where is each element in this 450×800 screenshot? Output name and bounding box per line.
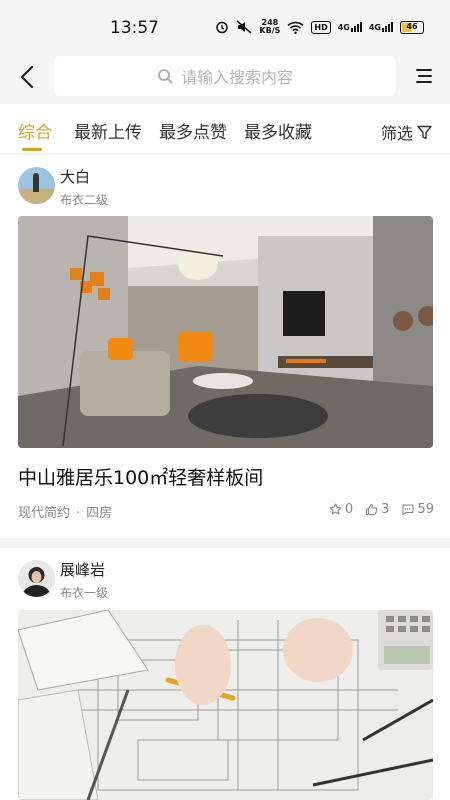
style-tag: 现代简约	[18, 506, 71, 521]
like-count: 3	[381, 502, 390, 517]
avatar[interactable]	[18, 560, 55, 597]
filter-label: 筛选	[380, 124, 413, 143]
status-icons: 248 KB/S HD 4G 4G 46	[215, 19, 424, 35]
header-bar: 请输入搜索内容	[0, 56, 450, 104]
hd-badge: HD	[311, 20, 331, 34]
author-level: 布衣二级	[60, 193, 109, 207]
menu-icon[interactable]	[416, 68, 432, 84]
back-arrow-icon[interactable]	[16, 64, 40, 90]
mute-icon	[236, 20, 252, 34]
author-level: 布衣一级	[60, 586, 109, 600]
signal-icon-2: 4G	[369, 22, 393, 32]
search-input[interactable]: 请输入搜索内容	[54, 56, 396, 96]
funnel-icon	[417, 125, 432, 139]
post-cover-image[interactable]	[18, 216, 433, 448]
post-cover-image[interactable]	[18, 610, 433, 800]
favorite-count: 0	[344, 502, 354, 517]
tab-most-favorited[interactable]: 最多收藏	[244, 118, 312, 143]
search-placeholder: 请输入搜索内容	[180, 68, 293, 87]
author-name[interactable]: 大白	[60, 166, 90, 187]
comment-count: 59	[417, 502, 434, 517]
star-icon	[329, 503, 342, 515]
author-name[interactable]: 展峰岩	[60, 559, 105, 580]
comment-stat[interactable]: 59	[401, 502, 434, 517]
post-card[interactable]: 大白 布衣二级 中山雅居乐100㎡轻奢样板间 现代简约 · 四房 0 3 59	[0, 155, 450, 538]
tab-comprehensive[interactable]: 综合	[18, 118, 52, 143]
battery-icon: 46	[400, 20, 424, 34]
favorite-stat[interactable]: 0	[329, 502, 353, 517]
thumb-up-icon	[366, 503, 378, 516]
alarm-icon	[216, 21, 229, 34]
filter-button[interactable]: 筛选	[381, 120, 432, 144]
avatar[interactable]	[18, 167, 55, 204]
separator-dot: ·	[76, 506, 81, 521]
status-time: 13:57	[110, 18, 159, 38]
tab-latest[interactable]: 最新上传	[74, 118, 142, 143]
active-tab-indicator	[22, 148, 42, 151]
status-bar: 13:57 248 KB/S HD 4G 4G 46	[0, 0, 450, 56]
post-stats: 0 3 59	[329, 502, 434, 517]
search-icon	[157, 69, 173, 84]
like-stat[interactable]: 3	[365, 502, 389, 517]
wifi-icon	[287, 21, 304, 34]
net-speed: 248 KB/S	[259, 18, 281, 35]
post-title[interactable]: 中山雅居乐100㎡轻奢样板间	[18, 463, 263, 490]
tab-most-liked[interactable]: 最多点赞	[159, 118, 227, 143]
room-tag: 四房	[86, 506, 113, 521]
post-tags: 现代简约 · 四房	[18, 502, 112, 521]
signal-icon: 4G	[338, 22, 362, 32]
category-tabs: 综合 最新上传 最多点赞 最多收藏 筛选	[0, 104, 450, 154]
comment-icon	[402, 504, 415, 516]
post-card[interactable]: 展峰岩 布衣一级	[0, 548, 450, 800]
